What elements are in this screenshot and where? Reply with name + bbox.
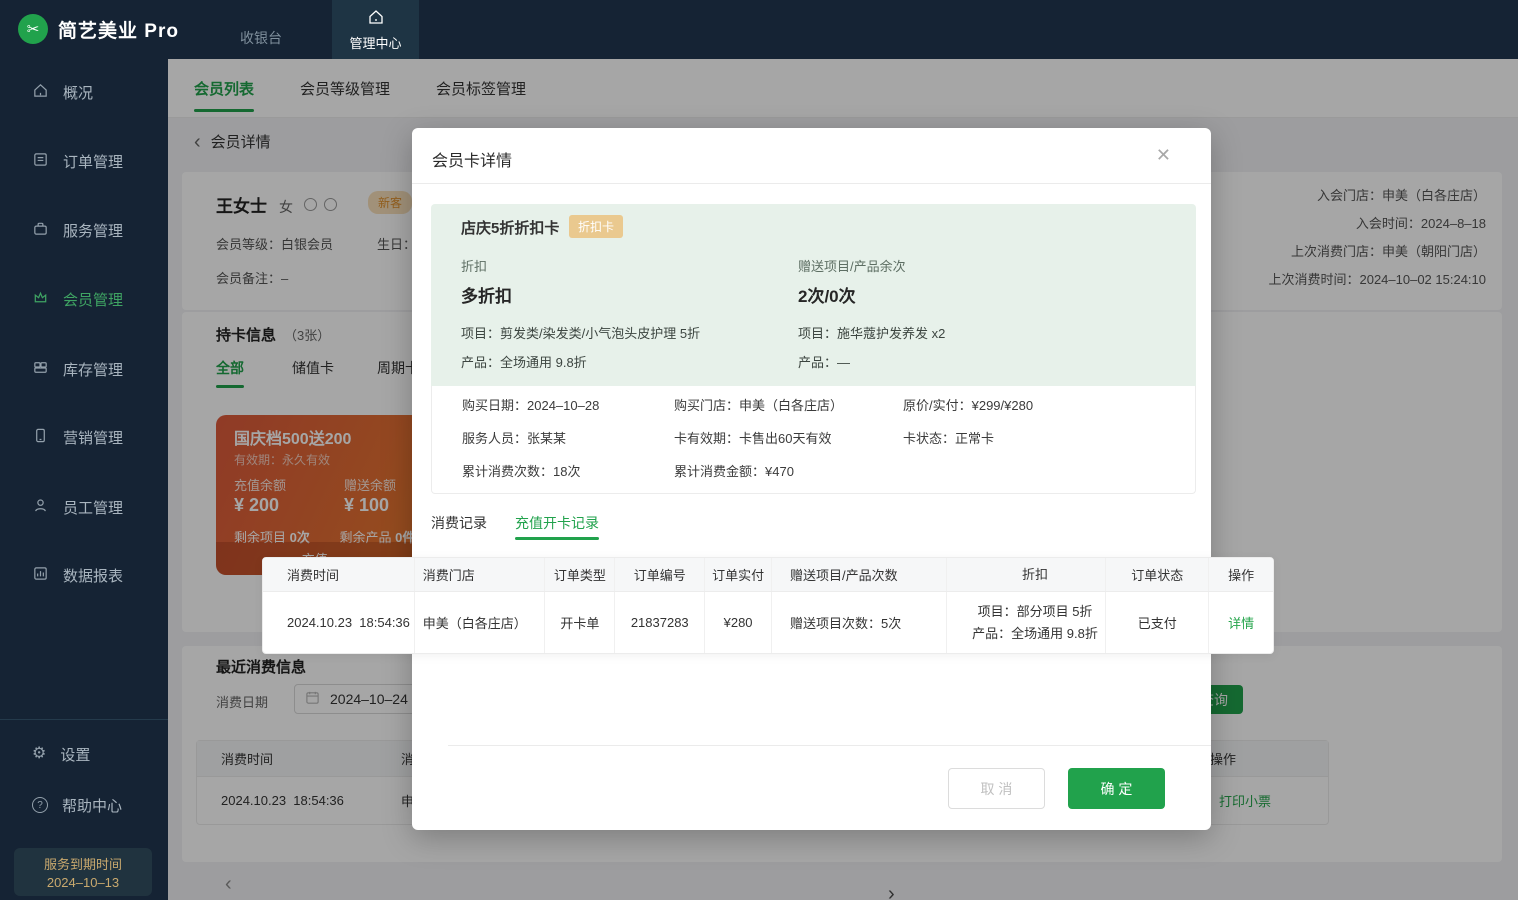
modal-footer-divider	[448, 745, 1211, 746]
sidebar-item-label: 订单管理	[63, 151, 123, 172]
sidebar-item-services[interactable]: 服务管理	[0, 216, 168, 244]
help-icon: ?	[32, 797, 48, 813]
sidebar-item-settings[interactable]: ⚙ 设置	[0, 740, 168, 768]
card-type-badge: 折扣卡	[569, 215, 623, 238]
sidebar: 概况 订单管理 服务管理 会员管理 库存管理 营销管理 员工管理 数据报表 ⚙ …	[0, 59, 168, 900]
gift-remaining-value: 2次/0次	[798, 282, 856, 307]
records-table-header: 消费时间 消费门店 订单类型 订单编号 订单实付 赠送项目/产品次数 折扣 订单…	[263, 558, 1273, 592]
sidebar-item-label: 员工管理	[63, 497, 123, 518]
price-paid: 原价/实付：¥299/¥280	[903, 397, 1033, 415]
sidebar-item-orders[interactable]: 订单管理	[0, 147, 168, 175]
sidebar-item-inventory[interactable]: 库存管理	[0, 355, 168, 383]
sidebar-item-reports[interactable]: 数据报表	[0, 561, 168, 589]
col-order-status: 订单状态	[1106, 558, 1209, 591]
staff-person-icon	[32, 497, 49, 518]
row-detail-link[interactable]: 详情	[1228, 613, 1254, 632]
purchase-store: 购买门店：申美（白各庄店）	[674, 397, 843, 415]
total-amount: 累计消费金额：¥470	[674, 463, 794, 481]
service-expiry-box: 服务到期时间 2024–10–13	[14, 848, 152, 896]
sidebar-item-label: 设置	[60, 744, 90, 765]
row-discount: 项目：部分项目 5折 产品：全场通用 9.8折	[947, 592, 1107, 653]
top-bar: ✂ 简艺美业 Pro 收银台 管理中心	[0, 0, 1518, 59]
service-expiry-label: 服务到期时间	[44, 854, 122, 873]
col-time: 消费时间	[263, 558, 415, 591]
purchase-date: 购买日期：2024–10–28	[462, 397, 599, 415]
service-expiry-date: 2024–10–13	[47, 875, 119, 890]
member-crown-icon	[32, 289, 49, 310]
modal-title: 会员卡详情	[432, 147, 512, 171]
col-order-type: 订单类型	[545, 558, 615, 591]
sidebar-divider	[0, 719, 168, 720]
modal-header: 会员卡详情 ✕	[412, 128, 1211, 184]
order-icon	[32, 151, 49, 172]
close-icon[interactable]: ✕	[1156, 145, 1171, 166]
discount-items: 项目：剪发类/染发类/小气泡头皮护理 5折	[461, 323, 700, 342]
sidebar-item-label: 服务管理	[63, 220, 123, 241]
home-icon	[32, 82, 49, 103]
inventory-icon	[32, 359, 49, 380]
nav-item-cashier[interactable]: 收银台	[240, 0, 282, 59]
total-visits: 累计消费次数：18次	[462, 463, 580, 481]
member-card-detail-modal: 会员卡详情 ✕ 店庆5折折扣卡 折扣卡 折扣 赠送项目/产品余次 多折扣 2次/…	[412, 128, 1211, 830]
row-order-status: 已支付	[1106, 592, 1209, 653]
sidebar-item-label: 帮助中心	[62, 795, 122, 816]
nav-item-admin-center[interactable]: 管理中心	[332, 0, 419, 59]
home-icon	[367, 8, 385, 29]
gift-remaining-label: 赠送项目/产品余次	[798, 256, 906, 275]
discount-value: 多折扣	[461, 282, 512, 307]
col-discount: 折扣	[947, 558, 1107, 591]
row-order-no: 21837283	[615, 592, 705, 653]
row-store: 申美（白各庄店）	[415, 592, 546, 653]
service-icon	[32, 220, 49, 241]
card-summary-white: 购买日期：2024–10–28 购买门店：申美（白各庄店） 原价/实付：¥299…	[431, 386, 1196, 494]
gift-products: 产品：—	[798, 352, 850, 371]
sidebar-item-members[interactable]: 会员管理	[0, 285, 168, 313]
card-validity: 卡有效期：卡售出60天有效	[674, 430, 831, 448]
cancel-button[interactable]: 取 消	[948, 768, 1045, 809]
gift-items: 项目：施华蔻护发养发 x2	[798, 323, 945, 342]
sidebar-item-help[interactable]: ? 帮助中心	[0, 791, 168, 819]
records-table: 消费时间 消费门店 订单类型 订单编号 订单实付 赠送项目/产品次数 折扣 订单…	[262, 557, 1274, 654]
discount-label: 折扣	[461, 256, 487, 275]
sidebar-item-label: 库存管理	[63, 359, 123, 380]
records-table-row: 2024.10.23 18:54:36 申美（白各庄店） 开卡单 2183728…	[263, 592, 1273, 653]
card-status: 卡状态：正常卡	[903, 430, 994, 448]
sidebar-item-marketing[interactable]: 营销管理	[0, 423, 168, 451]
nav-admin-label: 管理中心	[349, 33, 401, 52]
col-action: 操作	[1209, 558, 1273, 591]
row-order-type: 开卡单	[545, 592, 615, 653]
report-chart-icon	[32, 565, 49, 586]
row-gift-counts: 赠送项目次数：5次	[772, 592, 947, 653]
confirm-button[interactable]: 确 定	[1068, 768, 1165, 809]
sidebar-item-label: 会员管理	[63, 289, 123, 310]
tab-consume-records[interactable]: 消费记录	[431, 513, 487, 533]
service-staff: 服务人员：张某某	[462, 430, 566, 448]
col-gift-counts: 赠送项目/产品次数	[772, 558, 947, 591]
gear-icon: ⚙	[32, 746, 46, 762]
card-summary-green: 店庆5折折扣卡 折扣卡 折扣 赠送项目/产品余次 多折扣 2次/0次 项目：剪发…	[431, 204, 1196, 386]
col-store: 消费门店	[415, 558, 546, 591]
sidebar-item-label: 营销管理	[63, 427, 123, 448]
discount-products: 产品：全场通用 9.8折	[461, 352, 587, 371]
card-name: 店庆5折折扣卡	[461, 217, 559, 238]
brand-logo-icon: ✂	[18, 14, 48, 44]
sidebar-item-staff[interactable]: 员工管理	[0, 493, 168, 521]
col-paid: 订单实付	[705, 558, 772, 591]
marketing-phone-icon	[32, 427, 49, 448]
nav-cashier-label: 收银台	[240, 28, 282, 48]
sidebar-item-label: 数据报表	[63, 565, 123, 586]
sidebar-item-overview[interactable]: 概况	[0, 78, 168, 106]
brand-name: 简艺美业 Pro	[58, 16, 179, 43]
tab-recharge-records[interactable]: 充值开卡记录	[515, 513, 599, 533]
brand: ✂ 简艺美业 Pro	[18, 14, 179, 44]
row-paid: ¥280	[705, 592, 772, 653]
sidebar-item-label: 概况	[63, 82, 93, 103]
row-time: 2024.10.23 18:54:36	[263, 592, 415, 653]
col-order-no: 订单编号	[615, 558, 705, 591]
